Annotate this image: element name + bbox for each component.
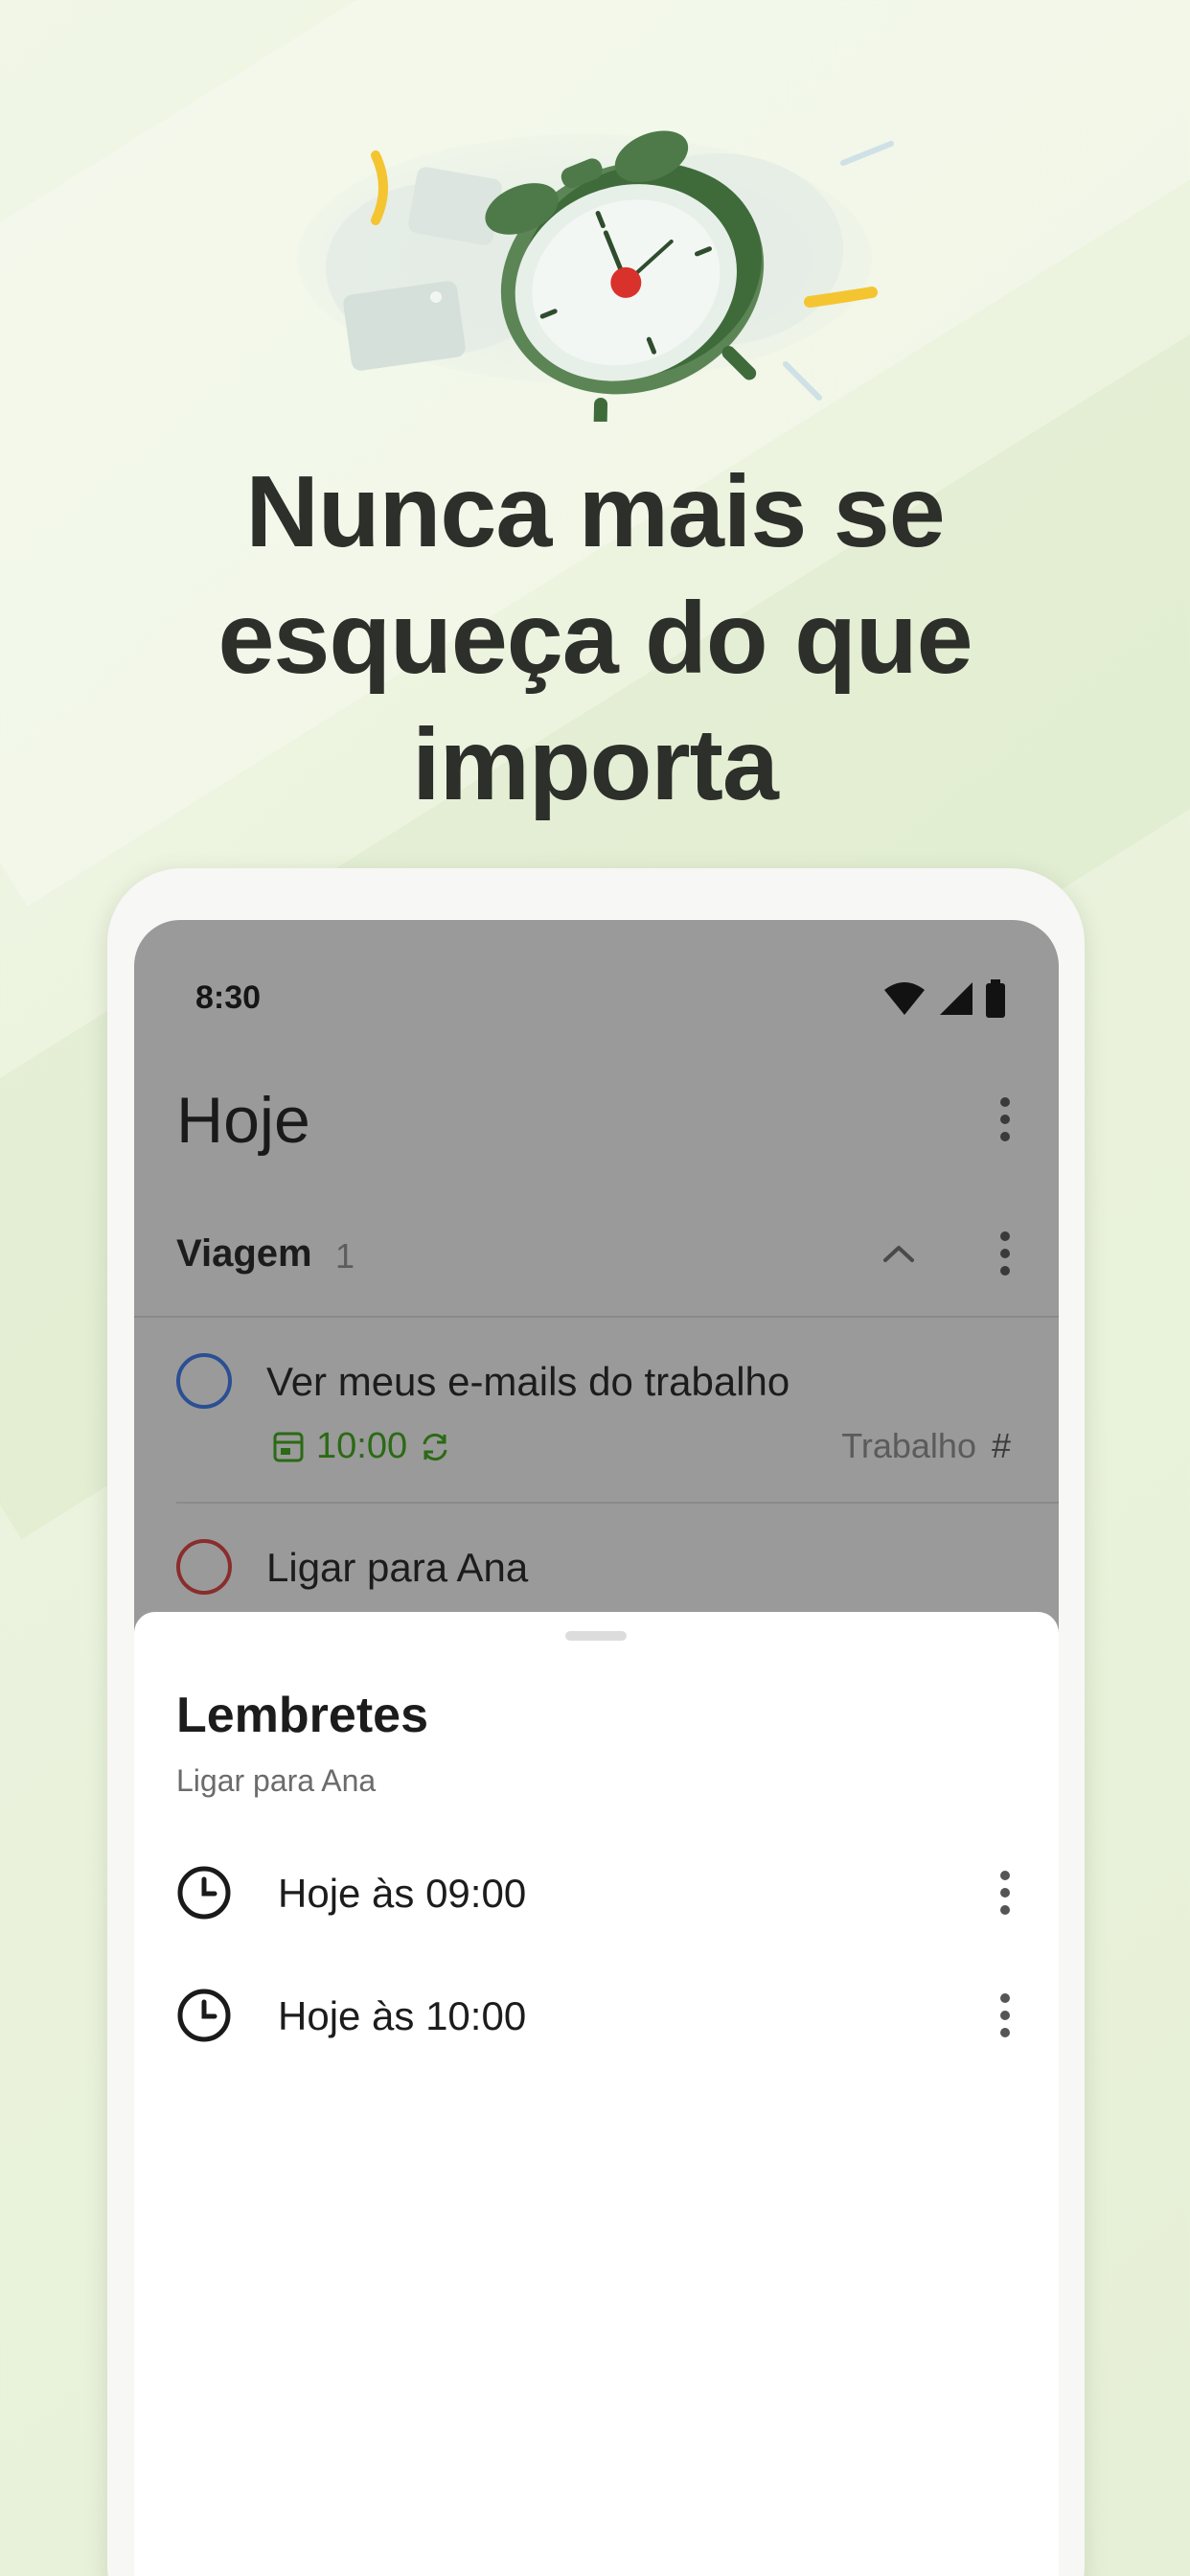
task-divider xyxy=(176,1502,1059,1504)
reminder-more-icon[interactable] xyxy=(986,1864,1024,1921)
reminder-label: Hoje às 09:00 xyxy=(278,1871,527,1916)
headline-line-1: Nunca mais se xyxy=(245,455,945,568)
chevron-up-icon[interactable] xyxy=(880,1225,918,1282)
sheet-subtitle: Ligar para Ana xyxy=(176,1763,377,1798)
sheet-title: Lembretes xyxy=(176,1688,428,1743)
wifi-icon xyxy=(884,982,925,1015)
task-label: Ligar para Ana xyxy=(266,1545,529,1590)
cellular-signal-icon xyxy=(940,982,973,1015)
battery-icon xyxy=(986,979,1005,1018)
section-more-icon[interactable] xyxy=(986,1225,1024,1282)
phone-screen: 8:30 Hoje Viagem 1 Ver meus e-mails do t… xyxy=(134,920,1059,2576)
clock-icon xyxy=(177,1866,231,1920)
alarm-clock-illustration xyxy=(297,130,894,422)
reminder-label: Hoje às 10:00 xyxy=(278,1993,527,2038)
headline: Nunca mais se esqueça do que importa xyxy=(0,448,1190,828)
headline-line-2: esqueça do que xyxy=(217,582,973,695)
more-options-icon[interactable] xyxy=(986,1091,1024,1148)
section-count: 1 xyxy=(335,1236,355,1276)
section-divider xyxy=(134,1316,1059,1318)
task-project-name: Trabalho xyxy=(841,1426,976,1465)
task-checkbox[interactable] xyxy=(176,1539,232,1595)
clock-icon xyxy=(177,1989,231,2042)
task-label: Ver meus e-mails do trabalho xyxy=(266,1359,790,1404)
status-time: 8:30 xyxy=(195,979,262,1016)
status-bar: 8:30 xyxy=(134,920,1059,1045)
recurring-icon xyxy=(423,1433,447,1460)
reminder-row[interactable]: Hoje às 10:00 xyxy=(134,1963,1059,2068)
reminder-more-icon[interactable] xyxy=(986,1987,1024,2044)
calendar-icon xyxy=(273,1432,304,1461)
sheet-drag-handle[interactable] xyxy=(565,1631,627,1641)
task-due: 10:00 xyxy=(272,1426,451,1467)
section-name: Viagem xyxy=(176,1232,312,1275)
task-due-time: 10:00 xyxy=(316,1426,408,1466)
headline-line-3: importa xyxy=(412,708,779,821)
hash-icon: # xyxy=(991,1426,1011,1465)
task-project: Trabalho # xyxy=(841,1426,1011,1466)
reminder-row[interactable]: Hoje às 09:00 xyxy=(134,1840,1059,1945)
reminders-sheet: Lembretes Ligar para Ana Hoje às 09:00 H… xyxy=(134,1612,1059,2576)
task-checkbox[interactable] xyxy=(176,1353,232,1409)
screen-title: Hoje xyxy=(176,1084,310,1157)
status-icons xyxy=(882,979,1007,1018)
